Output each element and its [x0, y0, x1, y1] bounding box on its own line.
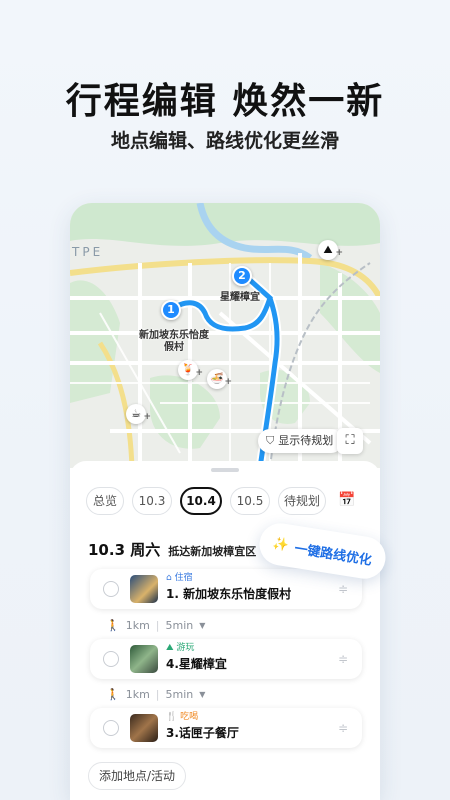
show-pending-label: 显示待规划 — [278, 434, 334, 447]
item-category-label: 住宿 — [174, 573, 193, 583]
cup-icon[interactable]: ☕ + — [126, 404, 151, 424]
drag-handle-icon[interactable]: ≑ — [338, 653, 350, 665]
item-select-radio[interactable] — [103, 720, 119, 736]
drink-icon[interactable]: 🍹 + — [178, 360, 203, 380]
itinerary-item[interactable]: 🍴 吃喝 3.话匣子餐厅 ≑ — [90, 708, 362, 748]
walk-icon: 🚶 — [106, 619, 120, 632]
phone-mockup: TPE 1 2 星耀樟宜 新加坡东乐怡度 假村 ⛰ + 🍹 + 🍜 + ☕ + ⛉ 显示… — [70, 203, 380, 800]
item-category: ⛰ 游玩 — [166, 643, 195, 653]
headline: 行程编辑 焕然一新 — [65, 81, 385, 122]
transit-duration: 5min — [165, 688, 194, 701]
tab-overview[interactable]: 总览 — [86, 487, 124, 515]
item-name: 3.话匣子餐厅 — [166, 726, 239, 740]
item-category: 🍴 吃喝 — [166, 712, 199, 722]
sparkle-icon: ✨ — [271, 535, 291, 554]
item-name: 1. 新加坡东乐怡度假村 — [166, 587, 292, 601]
transit-distance: 1km — [125, 619, 150, 632]
item-select-radio[interactable] — [103, 581, 119, 597]
day-header: 10.3 周六 抵达新加坡樟宜区 — [88, 539, 256, 560]
tab-10-3[interactable]: 10.3 — [132, 487, 172, 515]
tab-10-4[interactable]: 10.4 — [180, 487, 222, 515]
drag-handle-icon[interactable]: ≑ — [338, 583, 350, 595]
day-date: 10.3 周六 — [88, 541, 161, 559]
subline: 地点编辑、路线优化更丝滑 — [110, 130, 339, 152]
itinerary-sheet: 总览 10.3 10.4 10.5 待规划 📅 10.3 周六 抵达新加坡樟宜区… — [70, 461, 380, 800]
add-place-button[interactable]: 添加地点/活动 — [88, 762, 187, 790]
day-subtitle: 抵达新加坡樟宜区 — [168, 545, 257, 558]
walk-icon: 🚶 — [106, 688, 120, 701]
itinerary-item[interactable]: ⛰ 游玩 4.星耀樟宜 ≑ — [90, 639, 362, 679]
day-tabs: 总览 10.3 10.4 10.5 待规划 📅 — [86, 487, 360, 515]
chevron-down-icon: ▼ — [199, 621, 206, 630]
mountain-icon[interactable]: ⛰ + — [318, 240, 343, 260]
transit-duration: 5min — [165, 619, 194, 632]
item-category-label: 游玩 — [176, 643, 195, 653]
item-select-radio[interactable] — [103, 651, 119, 667]
item-name: 4.星耀樟宜 — [166, 657, 227, 671]
hotel-thumbnail — [130, 575, 158, 603]
item-category-label: 吃喝 — [180, 712, 199, 722]
shield-icon: ⛉ — [266, 434, 275, 447]
transit-row[interactable]: 🚶 1km | 5min ▼ — [106, 688, 205, 701]
drag-handle-icon[interactable]: ≑ — [338, 722, 350, 734]
tab-pending[interactable]: 待规划 — [278, 487, 326, 515]
transit-row[interactable]: 🚶 1km | 5min ▼ — [106, 619, 205, 632]
map-label-place-2: 星耀樟宜 — [220, 292, 260, 303]
restaurant-thumbnail — [130, 714, 158, 742]
map-label-place-1: 新加坡东乐怡度 假村 — [139, 330, 209, 353]
show-pending-button[interactable]: ⛉ 显示待规划 — [258, 429, 344, 453]
calendar-icon[interactable]: 📅 — [334, 487, 360, 515]
map-view[interactable]: TPE 1 2 星耀樟宜 新加坡东乐怡度 假村 ⛰ + 🍹 + 🍜 + ☕ + ⛉ 显示… — [70, 203, 380, 468]
item-category: ⌂ 住宿 — [166, 573, 193, 583]
transit-distance: 1km — [125, 688, 150, 701]
chevron-down-icon: ▼ — [199, 690, 206, 699]
food-icon[interactable]: 🍜 + — [207, 369, 232, 389]
sheet-handle[interactable] — [211, 468, 239, 472]
fullscreen-icon[interactable]: ⛶ — [337, 428, 363, 454]
attraction-thumbnail — [130, 645, 158, 673]
tab-10-5[interactable]: 10.5 — [230, 487, 270, 515]
map-area-label: TPE — [72, 245, 104, 259]
itinerary-item[interactable]: ⌂ 住宿 1. 新加坡东乐怡度假村 ≑ — [90, 569, 362, 609]
map-pin-2[interactable]: 2 — [232, 266, 252, 286]
map-pin-1[interactable]: 1 — [161, 300, 181, 320]
optimize-route-label: 一键路线优化 — [293, 541, 373, 569]
